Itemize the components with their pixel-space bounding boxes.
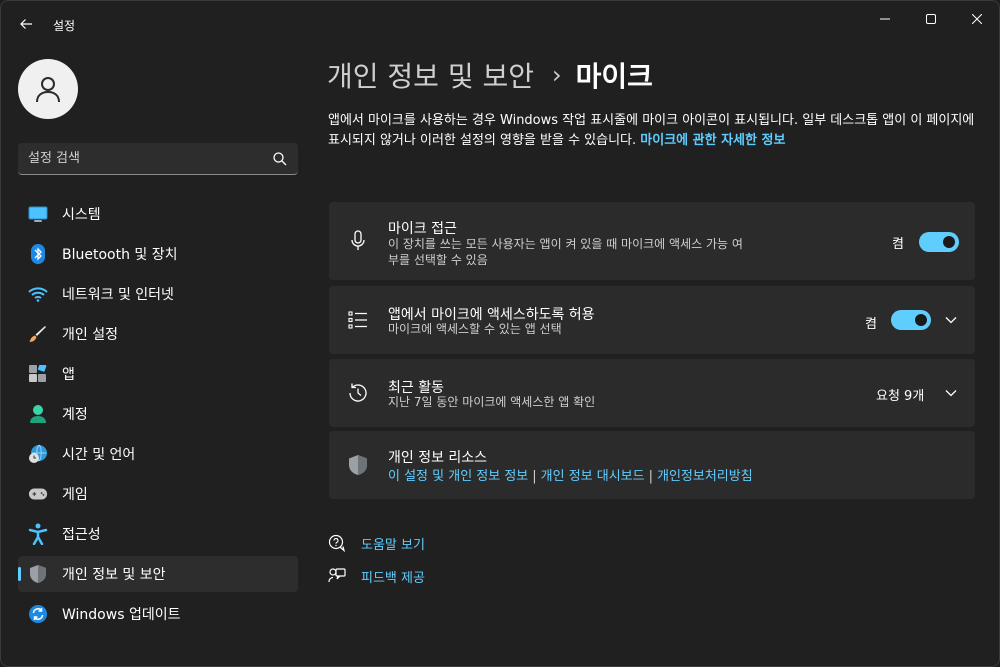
person-icon: [28, 404, 48, 424]
feedback-link[interactable]: 피드백 제공: [327, 565, 425, 587]
page-description: 앱에서 마이크를 사용하는 경우 Windows 작업 표시줄에 마이크 아이콘…: [328, 111, 978, 151]
title-bar: 설정: [1, 1, 999, 45]
help-chat-icon: [327, 533, 347, 553]
update-icon: [28, 604, 48, 624]
privacy-links: 이 설정 및 개인 정보 정보 | 개인 정보 대시보드 | 개인정보처리방침: [388, 465, 753, 484]
privacy-settings-link[interactable]: 이 설정 및 개인 정보 정보: [388, 469, 528, 484]
card-subtitle-line1: 이 장치를 쓰는 모든 사용자는 앱이 켜 있을 때 마이크에 액세스 가능 여: [388, 237, 743, 251]
sidebar-item-windows-update[interactable]: Windows 업데이트: [18, 596, 298, 632]
arrow-left-icon: [20, 19, 32, 29]
sidebar-item-label: 시간 및 언어: [62, 447, 136, 463]
recent-activity-card[interactable]: 최근 활동 지난 7일 동안 마이크에 액세스한 앱 확인 요청 9개: [329, 359, 975, 427]
breadcrumb: 개인 정보 및 보안 › 마이크: [327, 55, 653, 95]
bluetooth-icon: [28, 244, 48, 264]
back-button[interactable]: [13, 11, 39, 37]
breadcrumb-parent[interactable]: 개인 정보 및 보안: [327, 55, 534, 95]
sidebar-item-bluetooth[interactable]: Bluetooth 및 장치: [18, 236, 298, 272]
close-button[interactable]: [954, 5, 999, 33]
microphone-icon: [346, 229, 370, 253]
list-icon: [346, 308, 370, 332]
help-link[interactable]: 도움말 보기: [327, 532, 425, 554]
sidebar-item-label: 앱: [62, 367, 75, 383]
sidebar-item-label: 개인 정보 및 보안: [62, 567, 166, 583]
card-subtitle: 지난 7일 동안 마이크에 액세스한 앱 확인: [388, 395, 596, 409]
sidebar-item-label: 게임: [62, 487, 88, 503]
gamepad-icon: [28, 484, 48, 504]
learn-more-link[interactable]: 마이크에 관한 자세한 정보: [640, 133, 785, 148]
user-avatar[interactable]: [18, 59, 78, 119]
sidebar-item-label: Bluetooth 및 장치: [62, 247, 178, 263]
sidebar-item-accounts[interactable]: 계정: [18, 396, 298, 432]
maximize-icon: [926, 14, 936, 24]
sidebar-item-label: 시스템: [62, 207, 101, 223]
toggle-state-label: 켬: [865, 317, 877, 332]
toggle-knob: [943, 236, 955, 248]
card-title: 마이크 접근: [388, 221, 457, 237]
sidebar-item-gaming[interactable]: 게임: [18, 476, 298, 512]
person-icon: [36, 77, 60, 103]
sidebar-item-label: Windows 업데이트: [62, 607, 181, 623]
minimize-button[interactable]: [862, 5, 908, 33]
settings-search[interactable]: [18, 143, 298, 175]
sidebar-item-time-language[interactable]: 시간 및 언어: [18, 436, 298, 472]
card-title: 개인 정보 리소스: [388, 450, 488, 466]
apps-icon: [28, 364, 48, 384]
sidebar-item-network[interactable]: 네트워크 및 인터넷: [18, 276, 298, 312]
breadcrumb-separator: ›: [552, 61, 562, 89]
toggle-state-label: 켬: [892, 237, 904, 252]
privacy-resources-card: 개인 정보 리소스 이 설정 및 개인 정보 정보 | 개인 정보 대시보드 | 개인정…: [329, 431, 975, 499]
feedback-icon: [327, 566, 347, 586]
help-label[interactable]: 도움말 보기: [361, 534, 425, 553]
app-title: 설정: [53, 19, 76, 33]
sidebar-item-label: 접근성: [62, 527, 101, 543]
link-separator: |: [648, 469, 653, 484]
search-icon[interactable]: [272, 151, 288, 167]
app-access-card[interactable]: 앱에서 마이크에 액세스하도록 허용 마이크에 액세스할 수 있는 앱 선택 켬: [329, 286, 975, 354]
privacy-dashboard-link[interactable]: 개인 정보 대시보드: [541, 469, 645, 484]
mic-access-card: 마이크 접근 이 장치를 쓰는 모든 사용자는 앱이 켜 있을 때 마이크에 액…: [329, 202, 975, 280]
search-input[interactable]: [28, 143, 268, 174]
sidebar-item-label: 네트워크 및 인터넷: [62, 287, 174, 303]
wifi-icon: [28, 284, 48, 304]
settings-window: 설정 시스템 Bluetooth 및 장치 네트워크 및 인터넷: [0, 0, 1000, 667]
card-subtitle: 마이크에 액세스할 수 있는 앱 선택: [388, 322, 562, 336]
monitor-icon: [28, 204, 48, 224]
sidebar-item-label: 개인 설정: [62, 327, 118, 343]
request-count: 요청 9개: [876, 389, 925, 404]
paintbrush-icon: [28, 324, 48, 344]
toggle-knob: [915, 314, 927, 326]
minimize-icon: [880, 18, 890, 20]
feedback-label[interactable]: 피드백 제공: [361, 567, 425, 586]
globe-clock-icon: [28, 444, 48, 464]
history-icon: [346, 381, 370, 405]
mic-access-toggle[interactable]: [919, 232, 959, 252]
sidebar-item-accessibility[interactable]: 접근성: [18, 516, 298, 552]
sidebar-item-privacy-security[interactable]: 개인 정보 및 보안: [18, 556, 298, 592]
page-title: 마이크: [575, 60, 653, 93]
app-access-toggle[interactable]: [891, 310, 931, 330]
shield-icon: [346, 453, 370, 477]
card-subtitle-line2: 부를 선택할 수 있음: [388, 253, 488, 267]
sidebar-item-personalization[interactable]: 개인 설정: [18, 316, 298, 352]
privacy-policy-link[interactable]: 개인정보처리방침: [657, 469, 753, 484]
sidebar-item-system[interactable]: 시스템: [18, 196, 298, 232]
chevron-down-icon[interactable]: [943, 312, 959, 328]
link-separator: |: [532, 469, 537, 484]
chevron-down-icon[interactable]: [943, 385, 959, 401]
maximize-button[interactable]: [908, 5, 954, 33]
sidebar-item-label: 계정: [62, 407, 88, 423]
close-icon: [972, 14, 982, 24]
sidebar-item-apps[interactable]: 앱: [18, 356, 298, 392]
shield-icon: [28, 564, 48, 584]
accessibility-icon: [28, 523, 48, 545]
sidebar-nav: 시스템 Bluetooth 및 장치 네트워크 및 인터넷 개인 설정 앱 계정…: [18, 196, 298, 636]
